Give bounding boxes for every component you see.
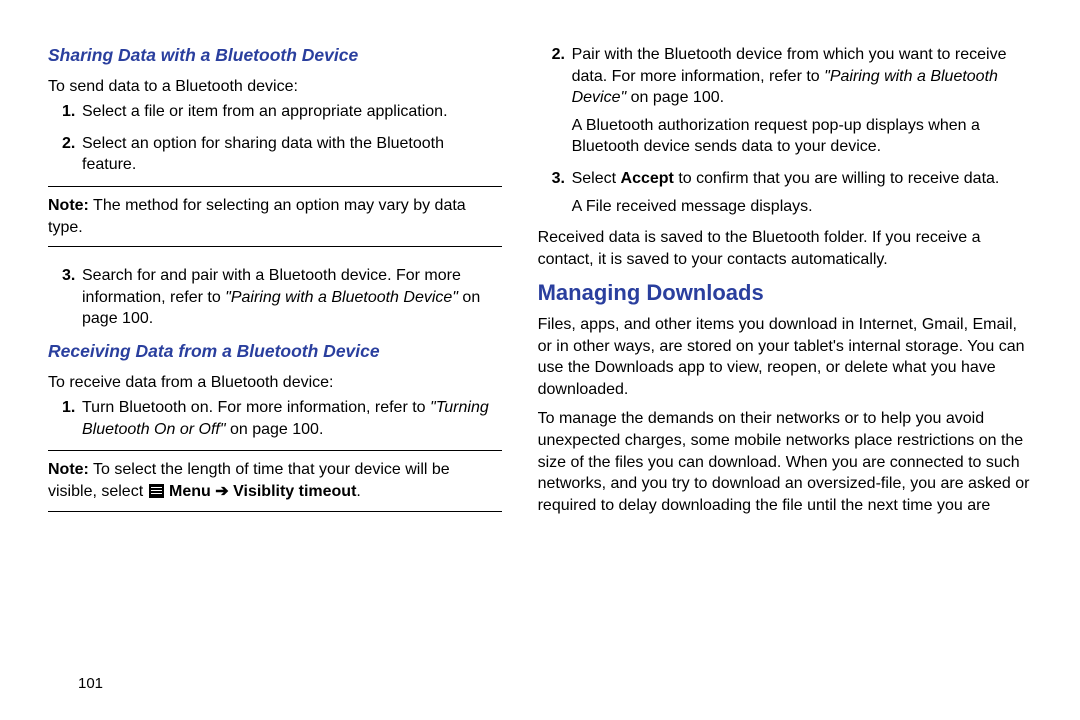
- note-text: The method for selecting an option may v…: [48, 197, 466, 236]
- heading-receiving: Receiving Data from a Bluetooth Device: [48, 340, 502, 364]
- right-column: 2. Pair with the Bluetooth device from w…: [520, 40, 1050, 700]
- note-box-2: Note: To select the length of time that …: [48, 450, 502, 511]
- page-number: 101: [78, 674, 103, 694]
- period: .: [356, 483, 360, 500]
- receive-step-3: 3. Select Accept to confirm that you are…: [538, 168, 1032, 217]
- step-text-before: Turn Bluetooth on. For more information,…: [82, 399, 430, 416]
- step-number: 3.: [62, 265, 75, 287]
- step-2-extra: A Bluetooth authorization request pop-up…: [572, 115, 1032, 158]
- sharing-step-3: 3. Search for and pair with a Bluetooth …: [48, 265, 502, 330]
- menu-path-before: Menu: [165, 483, 216, 500]
- step-3-extra: A File received message displays.: [572, 196, 1032, 218]
- note-label: Note:: [48, 197, 89, 214]
- note-box-1: Note: The method for selecting an option…: [48, 186, 502, 247]
- step-text-after: to confirm that you are willing to recei…: [674, 170, 1000, 187]
- step-number: 3.: [552, 168, 565, 190]
- received-data-paragraph: Received data is saved to the Bluetooth …: [538, 227, 1032, 270]
- heading-managing-downloads: Managing Downloads: [538, 278, 1032, 308]
- heading-sharing: Sharing Data with a Bluetooth Device: [48, 44, 502, 68]
- managing-paragraph-2: To manage the demands on their networks …: [538, 408, 1032, 516]
- managing-paragraph-1: Files, apps, and other items you downloa…: [538, 314, 1032, 400]
- receiving-steps: 1. Turn Bluetooth on. For more informati…: [48, 397, 502, 440]
- receive-step-2: 2. Pair with the Bluetooth device from w…: [538, 44, 1032, 158]
- step-text: Select an option for sharing data with t…: [82, 135, 444, 174]
- arrow-icon: ➔: [215, 483, 228, 500]
- menu-icon: [149, 484, 164, 498]
- menu-path-after: Visiblity timeout: [229, 483, 357, 500]
- step-number: 1.: [62, 101, 75, 123]
- step-number: 2.: [552, 44, 565, 66]
- sharing-intro: To send data to a Bluetooth device:: [48, 76, 502, 98]
- sharing-step-3-list: 3. Search for and pair with a Bluetooth …: [48, 265, 502, 330]
- step-text-after: on page 100.: [226, 421, 324, 438]
- accept-bold: Accept: [621, 170, 674, 187]
- sharing-step-2: 2. Select an option for sharing data wit…: [48, 133, 502, 176]
- note-label: Note:: [48, 461, 89, 478]
- step-text-after: on page 100.: [626, 89, 724, 106]
- page: Sharing Data with a Bluetooth Device To …: [0, 0, 1080, 720]
- right-steps: 2. Pair with the Bluetooth device from w…: [538, 44, 1032, 217]
- left-column: Sharing Data with a Bluetooth Device To …: [30, 40, 520, 700]
- step-number: 1.: [62, 397, 75, 419]
- receiving-intro: To receive data from a Bluetooth device:: [48, 372, 502, 394]
- receiving-step-1: 1. Turn Bluetooth on. For more informati…: [48, 397, 502, 440]
- sharing-steps: 1. Select a file or item from an appropr…: [48, 101, 502, 176]
- sharing-step-1: 1. Select a file or item from an appropr…: [48, 101, 502, 123]
- step-text: Select a file or item from an appropriat…: [82, 103, 448, 120]
- step-number: 2.: [62, 133, 75, 155]
- cross-reference: "Pairing with a Bluetooth Device": [225, 289, 458, 306]
- step-text-before: Select: [572, 170, 621, 187]
